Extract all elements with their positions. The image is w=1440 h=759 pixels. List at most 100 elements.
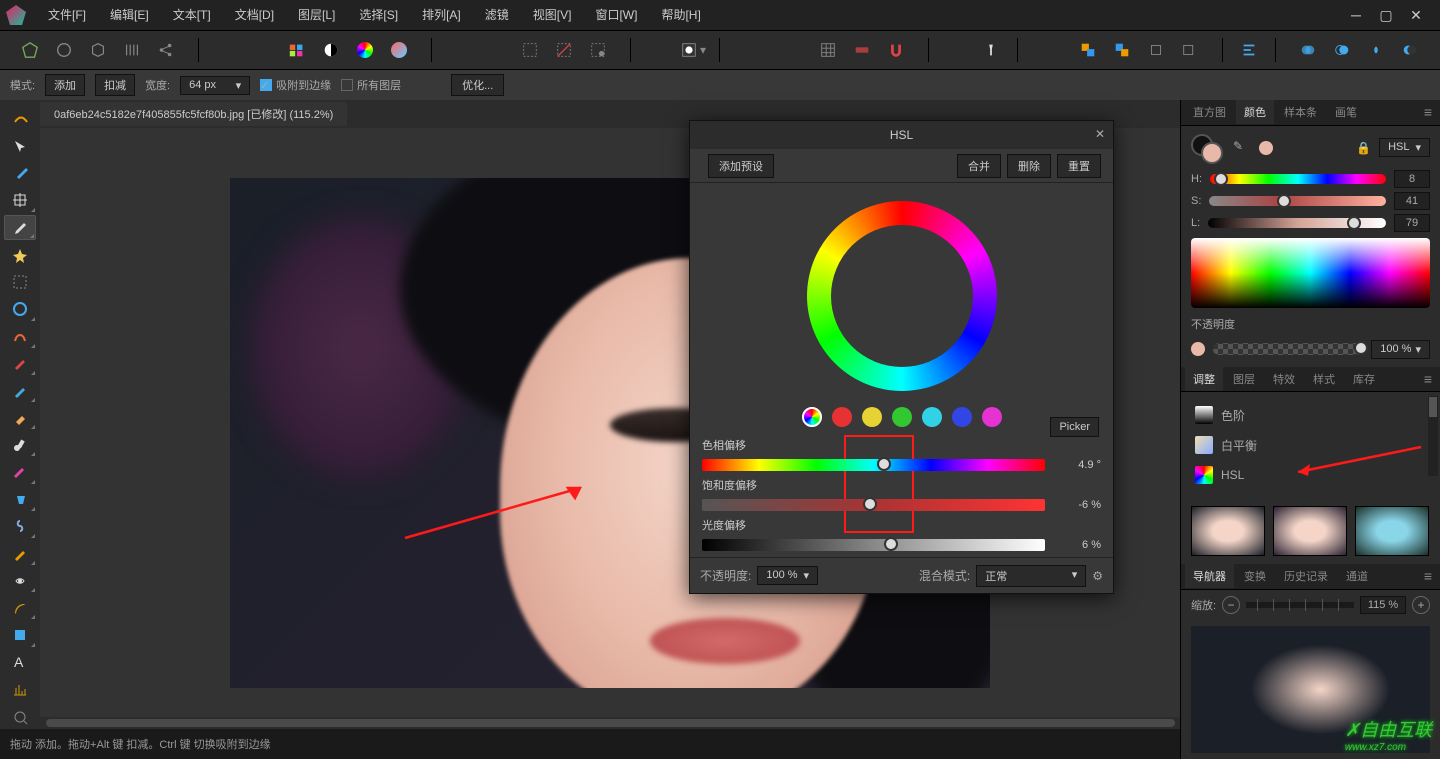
s-slider[interactable] [1209,196,1386,206]
tool-6[interactable] [4,269,36,294]
delete-button[interactable]: 删除 [1007,154,1051,178]
colortabs-颜色[interactable]: 颜色 [1236,100,1274,124]
hsl-swatch-1[interactable] [832,407,852,427]
menu-窗口[W][interactable]: 窗口[W] [583,0,649,30]
tool-18[interactable] [4,595,36,620]
arrange-icon[interactable] [1074,36,1102,64]
add-preset-button[interactable]: 添加预设 [708,154,774,178]
flashlight-icon[interactable] [977,36,1005,64]
tool-7[interactable] [4,296,36,321]
toolbar-bars-icon[interactable] [118,36,146,64]
tool-19[interactable] [4,622,36,647]
adjust-scrollbar[interactable] [1428,396,1438,476]
arrange2-icon[interactable] [1108,36,1136,64]
color-mode-select[interactable]: HSL▾ [1379,138,1430,157]
align-icon[interactable] [1235,36,1263,64]
adjusttabs-库存[interactable]: 库存 [1345,367,1383,391]
blend-select[interactable]: 正常▾ [976,565,1086,587]
reset-button[interactable]: 重置 [1057,154,1101,178]
hsl-swatch-4[interactable] [922,407,942,427]
sat-slider[interactable] [702,499,1045,511]
snap-check[interactable]: ✓吸附到边缘 [260,77,331,93]
eyedropper-icon[interactable]: ✎ [1233,139,1251,157]
tool-4[interactable] [4,215,36,240]
hsl-swatch-6[interactable] [982,407,1002,427]
color-wheel-icon[interactable] [351,36,379,64]
h-value[interactable]: 8 [1394,170,1430,188]
tool-17[interactable] [4,568,36,593]
mode-add[interactable]: 添加 [45,74,85,96]
swatches-icon[interactable] [283,36,311,64]
menu-视图[V][interactable]: 视图[V] [521,0,584,30]
adjusttabs-特效[interactable]: 特效 [1265,367,1303,391]
bool3-icon[interactable] [1362,36,1390,64]
tool-5[interactable] [4,242,36,267]
tool-13[interactable] [4,459,36,484]
zoom-value[interactable]: 115 % [1360,596,1406,614]
gradient-icon[interactable] [385,36,413,64]
adjust-色阶[interactable]: 色阶 [1191,400,1420,430]
select-mod-icon[interactable] [584,36,612,64]
colortabs-画笔[interactable]: 画笔 [1327,100,1365,124]
hsl-close-icon[interactable]: ✕ [1095,127,1105,141]
colortabs-menu-icon[interactable]: ≡ [1424,104,1436,120]
hsl-color-wheel[interactable] [807,201,997,391]
preset-thumb-2[interactable] [1273,506,1347,556]
arrange3-icon[interactable] [1142,36,1170,64]
preset-thumb-1[interactable] [1191,506,1265,556]
alllayers-check[interactable]: 所有图层 [341,77,401,93]
arrange4-icon[interactable] [1176,36,1204,64]
picker-button[interactable]: Picker [1050,417,1099,437]
magnet-icon[interactable] [882,36,910,64]
tool-3[interactable] [4,188,36,213]
adjusttabs-menu-icon[interactable]: ≡ [1424,371,1436,387]
tool-11[interactable] [4,405,36,430]
opacity-field[interactable]: 100 %▾ [1371,340,1430,359]
tool-14[interactable] [4,487,36,512]
tool-20[interactable]: A [4,650,36,675]
zoom-slider[interactable] [1246,602,1354,608]
window-minimize[interactable]: ─ [1348,7,1364,23]
opacity-slider[interactable] [1213,343,1363,355]
window-maximize[interactable]: ▢ [1378,7,1394,23]
toolbar-circle-icon[interactable] [50,36,78,64]
no-select-icon[interactable] [550,36,578,64]
toolbar-cube-icon[interactable] [84,36,112,64]
zoom-out-button[interactable]: − [1222,596,1240,614]
bool4-icon[interactable] [1396,36,1424,64]
navtabs-变换[interactable]: 变换 [1236,564,1274,588]
hsl-swatch-0[interactable] [802,407,822,427]
menu-帮助[H][interactable]: 帮助[H] [649,0,712,30]
colortabs-样本条[interactable]: 样本条 [1276,100,1325,124]
preset-thumb-3[interactable] [1355,506,1429,556]
mode-sub[interactable]: 扣减 [95,74,135,96]
adjusttabs-样式[interactable]: 样式 [1305,367,1343,391]
gear-icon[interactable]: ⚙ [1092,569,1103,583]
tool-10[interactable] [4,378,36,403]
dlg-opacity-field[interactable]: 100 %▾ [757,566,818,585]
navtabs-menu-icon[interactable]: ≡ [1424,568,1436,584]
menu-选择[S][interactable]: 选择[S] [347,0,410,30]
document-tab[interactable]: 0af6eb24c5182e7f405855fc5fcf80b.jpg [已修改… [40,102,347,126]
sat-value[interactable]: -6 % [1053,499,1101,511]
hsl-swatch-5[interactable] [952,407,972,427]
width-field[interactable]: 64 px▾ [180,76,250,95]
l-value[interactable]: 79 [1394,214,1430,232]
navtabs-历史记录[interactable]: 历史记录 [1276,564,1336,588]
adjusttabs-图层[interactable]: 图层 [1225,367,1263,391]
tool-9[interactable] [4,351,36,376]
merge-button[interactable]: 合并 [957,154,1001,178]
tool-21[interactable] [4,677,36,702]
tool-0[interactable] [4,106,36,131]
marquee-icon[interactable] [516,36,544,64]
tool-12[interactable] [4,432,36,457]
spectrum-picker[interactable] [1191,238,1430,308]
tool-8[interactable] [4,324,36,349]
tool-15[interactable] [4,514,36,539]
adjusttabs-调整[interactable]: 调整 [1185,367,1223,391]
foreground-swatch[interactable] [1201,142,1223,164]
menu-编辑[E][interactable]: 编辑[E] [98,0,161,30]
horizontal-scrollbar[interactable] [40,717,1180,729]
menu-图层[L][interactable]: 图层[L] [286,0,347,30]
tool-16[interactable] [4,541,36,566]
